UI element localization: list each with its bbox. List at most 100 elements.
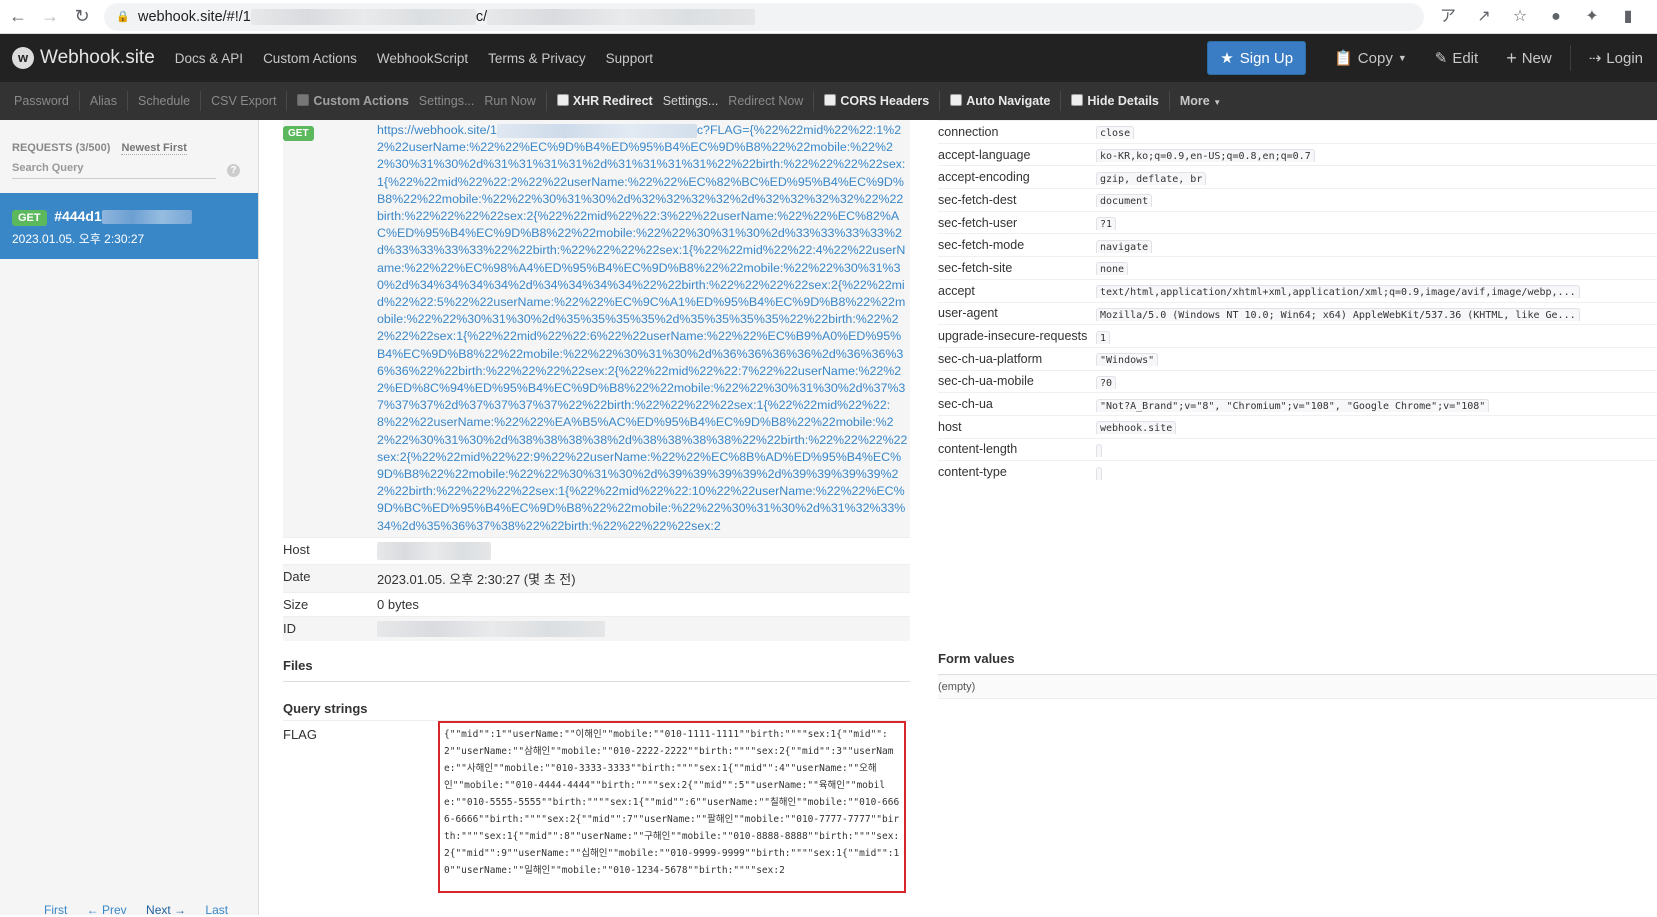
schedule-button[interactable]: Schedule bbox=[128, 94, 200, 108]
help-icon[interactable]: ? bbox=[227, 164, 240, 177]
header-key: sec-fetch-user bbox=[938, 216, 1096, 230]
nav-docs-api[interactable]: Docs & API bbox=[165, 51, 253, 66]
header-row: user-agentMozilla/5.0 (Windows NT 10.0; … bbox=[938, 302, 1657, 325]
checkbox[interactable] bbox=[297, 94, 309, 106]
query-string-row: FLAG {""mid"":1""userName:""이해인""mobile:… bbox=[283, 720, 910, 893]
header-key: sec-ch-ua-mobile bbox=[938, 374, 1096, 388]
request-url-link[interactable]: https://webhook.site/1c?FLAG={%22%22mid%… bbox=[377, 120, 910, 537]
custom-actions-toggle[interactable]: Custom Actions bbox=[287, 94, 418, 108]
copy-dropdown[interactable]: 📋 Copy ▼ bbox=[1320, 49, 1421, 67]
requests-header: REQUESTS (3/500) Newest First bbox=[0, 120, 258, 154]
header-value-code: webhook.site bbox=[1096, 421, 1176, 434]
star-icon[interactable]: ☆ bbox=[1509, 6, 1531, 28]
auto-navigate-label: Auto Navigate bbox=[966, 94, 1050, 108]
address-bar[interactable]: 🔒 webhook.site/#!/1c/ bbox=[104, 3, 1424, 31]
edit-label: Edit bbox=[1452, 50, 1478, 67]
header-row: sec-ch-ua-mobile?0 bbox=[938, 370, 1657, 393]
sort-newest-first[interactable]: Newest First bbox=[121, 142, 186, 155]
top-navbar: w Webhook.site Docs & API Custom Actions… bbox=[0, 34, 1657, 82]
header-key: sec-fetch-mode bbox=[938, 238, 1096, 252]
new-button[interactable]: + New bbox=[1492, 48, 1566, 69]
auto-navigate-toggle[interactable]: Auto Navigate bbox=[940, 94, 1060, 108]
cors-headers-toggle[interactable]: CORS Headers bbox=[814, 94, 939, 108]
header-row: connectionclose bbox=[938, 120, 1657, 143]
header-key: host bbox=[938, 420, 1096, 434]
lock-icon: 🔒 bbox=[116, 10, 130, 24]
browser-toolbar: ← → ↻ 🔒 webhook.site/#!/1c/ ア ↗ ☆ ● ✦ ▮ bbox=[0, 0, 1657, 34]
edit-icon: ✎ bbox=[1435, 49, 1448, 67]
brand[interactable]: w Webhook.site bbox=[12, 47, 155, 69]
files-section-title: Files bbox=[283, 647, 910, 682]
back-icon[interactable]: ← bbox=[4, 3, 32, 31]
sidepanel-icon[interactable]: ▮ bbox=[1617, 6, 1639, 28]
share-icon[interactable]: ↗ bbox=[1473, 6, 1495, 28]
extension-icon[interactable]: ● bbox=[1545, 6, 1567, 28]
header-key: sec-ch-ua bbox=[938, 397, 1096, 411]
run-now-button[interactable]: Run Now bbox=[484, 94, 545, 108]
query-value-highlighted: {""mid"":1""userName:""이해인""mobile:""010… bbox=[438, 721, 906, 893]
header-key: upgrade-insecure-requests bbox=[938, 329, 1096, 343]
hide-details-toggle[interactable]: Hide Details bbox=[1061, 94, 1169, 108]
header-value: none bbox=[1096, 260, 1657, 275]
header-value-code: 1 bbox=[1096, 331, 1110, 344]
password-button[interactable]: Password bbox=[4, 94, 79, 108]
header-key: sec-ch-ua-platform bbox=[938, 352, 1096, 366]
request-id: #444d1 bbox=[54, 208, 191, 224]
id-label: ID bbox=[283, 617, 377, 642]
nav-links: Docs & API Custom Actions WebhookScript … bbox=[165, 51, 663, 66]
checkbox[interactable] bbox=[1071, 94, 1083, 106]
header-key: accept bbox=[938, 284, 1096, 298]
redacted-id bbox=[102, 210, 192, 224]
header-row: upgrade-insecure-requests1 bbox=[938, 324, 1657, 347]
csv-export-button[interactable]: CSV Export bbox=[201, 94, 286, 108]
xhr-redirect-settings[interactable]: Settings... bbox=[663, 94, 729, 108]
sign-up-button[interactable]: ★ Sign Up bbox=[1207, 41, 1306, 75]
custom-actions-label: Custom Actions bbox=[313, 94, 408, 108]
sign-up-label: Sign Up bbox=[1240, 50, 1293, 67]
header-value: ?0 bbox=[1096, 374, 1657, 389]
redirect-now-button[interactable]: Redirect Now bbox=[728, 94, 813, 108]
translate-icon[interactable]: ア bbox=[1437, 6, 1459, 28]
header-row: content-length bbox=[938, 438, 1657, 461]
nav-custom-actions[interactable]: Custom Actions bbox=[253, 51, 367, 66]
custom-actions-settings[interactable]: Settings... bbox=[419, 94, 485, 108]
puzzle-icon[interactable]: ✦ bbox=[1581, 6, 1603, 28]
header-row: sec-fetch-user?1 bbox=[938, 211, 1657, 234]
host-value bbox=[377, 538, 910, 564]
header-row: content-type bbox=[938, 460, 1657, 483]
caret-down-icon: ▼ bbox=[1398, 53, 1407, 63]
header-key: sec-fetch-site bbox=[938, 261, 1096, 275]
nav-webhookscript[interactable]: WebhookScript bbox=[367, 51, 478, 66]
reload-icon[interactable]: ↻ bbox=[68, 3, 96, 31]
alias-button[interactable]: Alias bbox=[80, 94, 127, 108]
date-value: 2023.01.05. 오후 2:30:27 (몇 초 전) bbox=[377, 565, 910, 592]
checkbox[interactable] bbox=[557, 94, 569, 106]
request-date: 2023.01.05. 오후 2:30:27 bbox=[12, 230, 246, 247]
header-value-code: none bbox=[1096, 262, 1128, 275]
size-value: 0 bytes bbox=[377, 593, 910, 616]
more-dropdown[interactable]: More ▼ bbox=[1170, 94, 1231, 108]
request-url-row: GET https://webhook.site/1c?FLAG={%22%22… bbox=[283, 120, 910, 537]
nav-terms-privacy[interactable]: Terms & Privacy bbox=[478, 51, 596, 66]
login-button[interactable]: ⇢ Login bbox=[1575, 49, 1657, 67]
forward-icon[interactable]: → bbox=[36, 3, 64, 31]
header-value: ko-KR,ko;q=0.9,en-US;q=0.8,en;q=0.7 bbox=[1096, 147, 1657, 162]
brand-name: Webhook.site bbox=[40, 47, 155, 69]
edit-button[interactable]: ✎ Edit bbox=[1421, 49, 1492, 67]
checkbox[interactable] bbox=[824, 94, 836, 106]
header-value-code: close bbox=[1096, 126, 1134, 139]
nav-support[interactable]: Support bbox=[596, 51, 663, 66]
search-input[interactable]: Search Query bbox=[12, 162, 216, 179]
cors-headers-label: CORS Headers bbox=[840, 94, 929, 108]
header-row: sec-fetch-destdocument bbox=[938, 188, 1657, 211]
xhr-redirect-toggle[interactable]: XHR Redirect bbox=[547, 94, 663, 108]
header-key: content-type bbox=[938, 465, 1096, 479]
header-row: sec-ch-ua"Not?A_Brand";v="8", "Chromium"… bbox=[938, 392, 1657, 415]
checkbox[interactable] bbox=[950, 94, 962, 106]
request-list-item[interactable]: GET #444d1 2023.01.05. 오후 2:30:27 bbox=[0, 193, 258, 259]
more-label: More bbox=[1180, 94, 1210, 108]
id-value bbox=[377, 617, 910, 642]
xhr-redirect-label: XHR Redirect bbox=[573, 94, 653, 108]
header-value-code bbox=[1096, 444, 1102, 457]
size-row: Size 0 bytes bbox=[283, 592, 910, 616]
